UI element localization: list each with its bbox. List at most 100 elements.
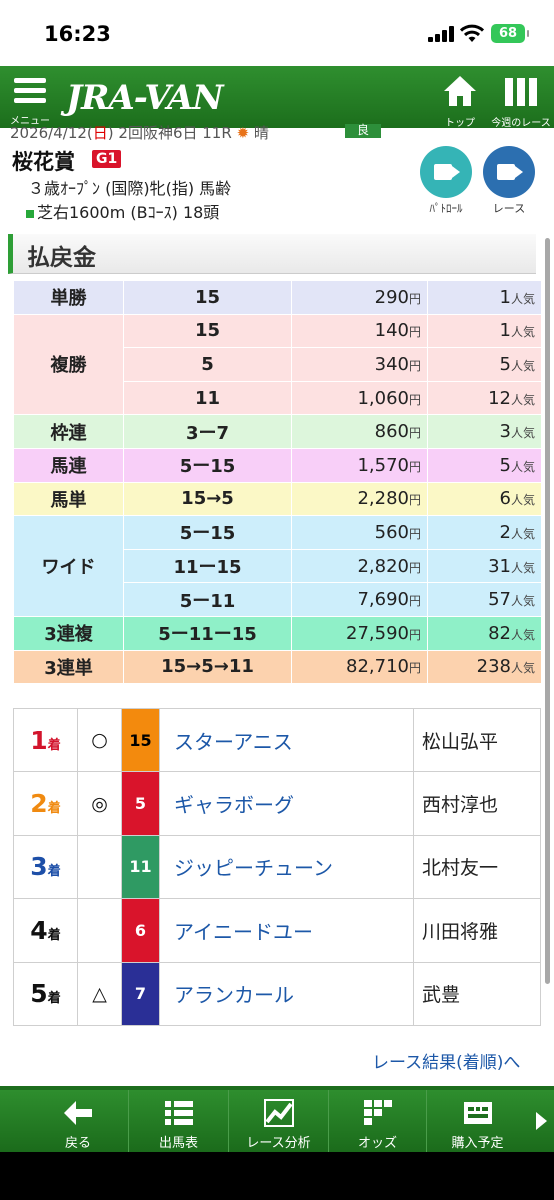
payout-amount: 560円 [291,515,428,550]
race-video-button[interactable]: レース [481,146,537,220]
turf-icon [26,209,34,218]
nav-back[interactable]: 戻る [28,1090,128,1152]
results-table: 1着 ○ 15 スターアニス 松山弘平 2着 ◎ 5 ギャラボーグ 西村淳也 3着 11 ジッピーチュー… [13,707,541,1026]
menu-button[interactable]: メニュー [10,74,56,127]
content-area[interactable]: 払戻金 単勝 15 290円 1人気 複勝 15 140円 1人気 5 340円 5人気 11 1,06… [0,230,554,1086]
finish-rank: 4着 [13,898,78,963]
race-title: 桜花賞 [12,150,75,174]
bet-type: 馬連 [13,447,124,483]
signal-icon [428,26,454,42]
payout-amount: 7,690円 [291,582,428,617]
grade-badge: G1 [92,150,122,168]
popularity-value: 5 [499,454,511,476]
jockey-name: 武豊 [413,961,541,1026]
nav-race-analysis[interactable]: レース分析 [228,1090,328,1152]
yen-unit: 円 [408,594,421,609]
app-header: メニュー JRA-VAN トップ 今週のレース [0,66,554,129]
yen-unit: 円 [408,325,421,340]
prediction-mark: ○ [77,707,122,773]
jra-van-logo[interactable]: JRA-VAN [66,78,224,118]
popularity: 31人気 [427,548,542,584]
nav-next-arrow-icon[interactable] [528,1090,554,1152]
payout-row: 複勝 15 140円 1人気 [13,313,542,416]
result-row[interactable]: 2着 ◎ 5 ギャラボーグ 西村淳也 [13,771,541,836]
race-condition: ３歳ｵｰﾌﾟﾝ (国際)牝(指) 馬齢 [28,179,232,198]
bet-type: 3連複 [13,615,124,651]
nav-entries[interactable]: 出馬表 [128,1090,228,1152]
popularity: 5人気 [427,347,542,382]
payout-amount: 82,710円 [291,649,428,685]
nav-odds[interactable]: オッズ [328,1090,426,1152]
horse-name-link[interactable]: ギャラボーグ [159,771,414,836]
ninki-unit: 人気 [510,291,535,306]
amount-value: 2,280 [357,488,409,510]
yen-unit: 円 [408,392,421,407]
ninki-unit: 人気 [510,392,535,407]
finish-rank: 2着 [13,771,78,836]
payout-row: 馬連 5ー15 1,570円 5人気 [13,447,542,483]
payout-amount: 290円 [291,280,428,315]
payout-row: 枠連 3ー7 860円 3人気 [13,414,542,449]
race-distance: 芝右1600m (Bｺｰｽ) 18頭 [26,199,219,223]
nav-back-label: 戻る [64,1136,91,1151]
popularity-value: 57 [488,589,511,611]
horse-name-link[interactable]: アイニードユー [159,898,414,963]
nav-purchase-plan[interactable]: 購入予定 [426,1090,528,1152]
status-time: 16:23 [44,22,111,46]
result-row[interactable]: 4着 6 アイニードユー 川田将雅 [13,898,541,963]
combination: 5 [123,347,292,382]
popularity-value: 2 [499,521,511,543]
ninki-unit: 人気 [510,459,535,474]
race-date-text: 2026/4/12( [10,124,93,142]
combination: 11ー15 [123,548,292,584]
amount-value: 82,710 [346,656,409,678]
this-week-races-button[interactable]: 今週のレース [490,74,552,129]
popularity: 2人気 [427,515,542,550]
ninki-unit: 人気 [510,325,535,340]
amount-value: 1,060 [357,387,409,409]
hamburger-icon [14,78,46,104]
prediction-mark: ◎ [77,771,122,836]
amount-value: 27,590 [346,622,409,644]
patrol-video-button[interactable]: ﾊﾟﾄﾛｰﾙ [418,146,474,220]
payout-row: 馬単 15→5 2,280円 6人気 [13,481,542,517]
ninki-unit: 人気 [510,627,535,642]
payout-row: ワイド 5ー15 560円 2人気 [13,515,542,617]
back-arrow-icon [64,1101,92,1125]
track-going-badge: 良 [345,124,381,138]
prediction-mark [77,898,122,963]
result-row[interactable]: 3着 11 ジッピーチューン 北村友一 [13,834,541,900]
race-video-label: レース [492,202,526,215]
jockey-name: 北村友一 [413,834,541,900]
bottom-nav: 戻る 出馬表 レース分析 オッズ 購入予定 [0,1086,554,1152]
bet-type: 複勝 [13,313,124,416]
finish-rank: 1着 [13,707,78,773]
payout-amount: 2,280円 [291,481,428,517]
rank-number: 5 [30,979,48,1009]
horse-number: 15 [121,707,160,773]
result-row[interactable]: 1着 ○ 15 スターアニス 松山弘平 [13,707,541,773]
combination: 5ー11 [123,582,292,617]
rank-suffix: 着 [47,927,61,943]
rank-number: 1 [30,725,48,755]
yen-unit: 円 [408,493,421,508]
race-results-link[interactable]: レース結果(着順)へ [372,1048,520,1073]
scrollbar[interactable] [545,238,550,984]
horse-number: 6 [121,898,160,963]
popularity: 5人気 [427,447,542,483]
popularity-value: 3 [499,421,511,443]
horse-name-link[interactable]: アランカール [159,961,414,1026]
nav-purchase-plan-label: 購入予定 [451,1136,504,1151]
yen-unit: 円 [408,661,421,676]
horse-name-link[interactable]: スターアニス [159,707,414,773]
wifi-icon [460,24,484,42]
top-button[interactable]: トップ [437,74,483,129]
horse-number: 7 [121,961,160,1026]
payout-amount: 2,820円 [291,548,428,584]
prediction-mark: △ [77,961,122,1026]
horse-name-link[interactable]: ジッピーチューン [159,834,414,900]
result-row[interactable]: 5着 △ 7 アランカール 武豊 [13,961,541,1026]
home-icon [444,76,476,106]
payout-amount: 1,570円 [291,447,428,483]
status-bar: 16:23 68 [0,0,554,66]
